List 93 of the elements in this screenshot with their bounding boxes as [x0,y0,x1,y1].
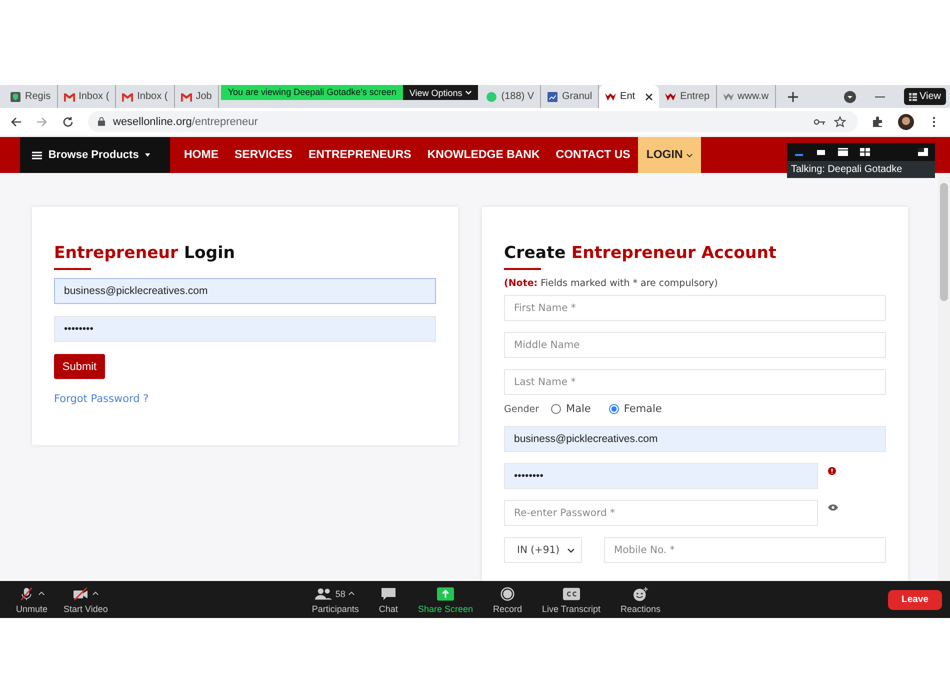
gender-radio[interactable]: Male [551,403,591,415]
register-title: Create Entrepreneur Account [504,243,778,262]
caret-icon [465,90,472,95]
grid-icon [908,92,916,100]
star-icon[interactable] [834,116,846,128]
tab-title: Inbox ( [137,91,168,102]
back-icon[interactable] [10,116,22,128]
tab-title: Job [196,91,212,102]
mobile-field[interactable]: Mobile No. * [604,537,886,563]
logo-icon [722,92,734,102]
chevron-icon [567,548,575,552]
tab-title: Entrep [680,91,710,102]
scrollbar[interactable] [938,173,950,581]
tab-title: Ent [620,91,636,102]
puzzle-icon[interactable] [872,116,884,128]
mail-icon [64,92,75,102]
logo-icon [665,92,676,102]
caret-icon [144,153,150,157]
url-text: wesellonline.org/entrepreneur [113,116,259,128]
caret-icon[interactable] [38,591,46,596]
view-button[interactable]: View [904,88,946,105]
caret-icon[interactable] [92,591,100,596]
name-field[interactable]: Last Name * [504,369,886,395]
shield-icon [10,92,21,102]
record-icon [498,586,516,600]
leave-button[interactable]: Leave [888,590,942,610]
nav-link[interactable]: ENTREPRENEURS [300,137,420,173]
speaker-view-icon[interactable] [837,148,849,156]
toolbar-button[interactable]: Share Screen [416,586,475,614]
nav-link[interactable]: SERVICES [226,137,300,173]
toolbar-button[interactable]: Record [490,586,524,614]
toolbar-button[interactable]: Chat [376,586,400,614]
nav-link[interactable]: HOME [176,137,226,173]
people-icon [315,586,332,600]
menu-icon [32,150,42,160]
alert-icon [828,467,836,475]
video-off-icon [72,586,90,600]
email-field[interactable]: business@picklecreatives.com [54,278,436,304]
eye-icon[interactable] [828,504,838,511]
address-bar[interactable]: wesellonline.org/entrepreneur [88,111,858,132]
country-code-select[interactable]: IN (+91) [504,537,582,563]
caret-icon[interactable] [348,591,356,596]
name-field[interactable]: First Name * [504,295,886,321]
radio-circle[interactable] [608,404,619,414]
toolbar-button[interactable]: Live Transcript [540,586,603,614]
email-field[interactable]: business@picklecreatives.com [504,426,886,452]
reenter-password-field[interactable]: Re-enter Password * [504,500,818,526]
reload-icon[interactable] [62,116,74,128]
nav-link[interactable]: KNOWLEDGE BANK [419,137,548,173]
toolbar-button[interactable]: Start Video [62,586,110,614]
mail-icon [122,92,134,102]
toolbar-button[interactable]: Reactions [618,586,663,614]
tab-title: Inbox ( [78,91,110,102]
tab-title: Granul [562,91,592,102]
browse-products-button[interactable]: Browse Products [20,137,170,173]
note-text: (Note: Fields marked with * are compulsory) [504,278,719,289]
tab-title: www.w [738,91,769,102]
browser-tab[interactable]: Ent [599,85,660,108]
mail-icon [180,92,192,102]
talking-label: Talking: Deepali Gotadke [787,161,935,178]
smiley-icon [632,586,650,600]
view-options-button[interactable]: View Options [403,85,478,100]
close-icon[interactable] [645,92,654,100]
password-field[interactable]: •••••••• [54,316,436,342]
new-tab-icon[interactable] [788,92,798,102]
lock-icon [98,117,105,126]
scrollbar-thumb[interactable] [940,183,948,301]
chart-icon [547,92,558,102]
submit-button[interactable]: Submit [54,354,105,379]
logo-icon [605,92,616,102]
captions-icon [562,586,580,600]
chevron-icon [686,152,693,158]
password-field[interactable]: •••••••• [504,463,818,489]
name-field[interactable]: Middle Name [504,332,886,358]
split-view-icon[interactable] [917,148,929,156]
gender-label: Gender [504,404,540,414]
toolbar-button[interactable]: Unmute [14,586,50,614]
chat-bubble-icon [380,586,397,600]
strip-view-icon[interactable] [815,148,827,156]
avatar-icon[interactable] [898,114,914,130]
tab-search-icon[interactable] [844,90,856,102]
tab-title: Regis [25,91,51,102]
login-title: Entrepreneur Login [54,243,236,262]
gallery-view-icon[interactable] [859,148,871,156]
chat-bubble-icon [486,92,498,102]
nav-link[interactable]: LOGIN [638,137,701,173]
tab-title: (188) V [501,91,534,102]
nav-link[interactable]: CONTACT US [548,137,638,173]
radio-circle[interactable] [551,404,562,414]
toolbar-button[interactable]: 58 Participants [310,586,361,614]
forgot-password-link[interactable]: Forgot Password ? [54,393,436,405]
screen-share-banner: You are viewing Deepali Gotadke's screen [220,85,404,100]
gender-radio[interactable]: Female [608,403,662,415]
